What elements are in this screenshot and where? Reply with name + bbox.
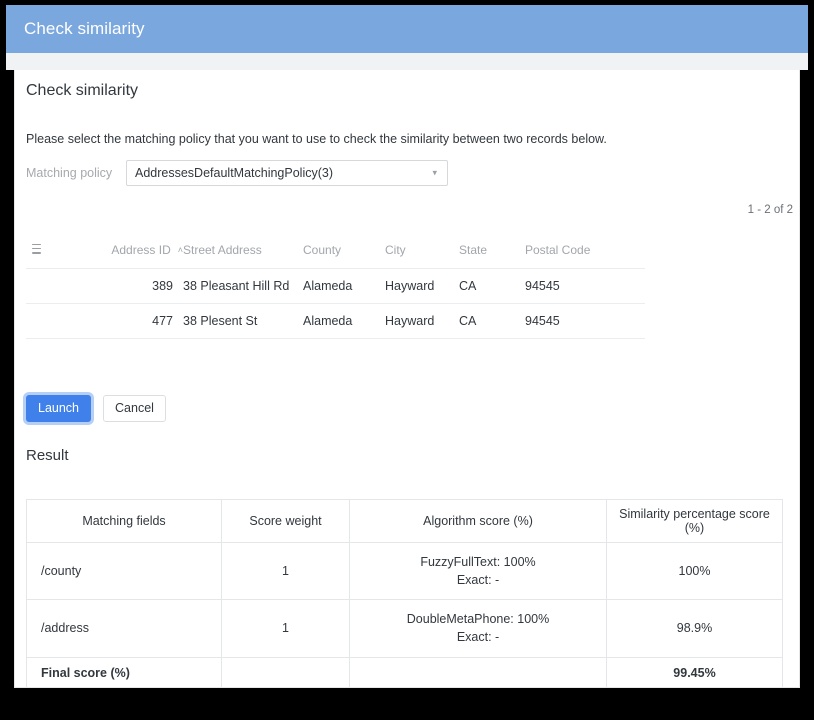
cell-address-id: 477 <box>78 304 183 339</box>
table-row[interactable]: 389 38 Pleasant Hill Rd Alameda Hayward … <box>26 269 645 304</box>
app-header: Check similarity <box>6 5 808 53</box>
hamburger-menu-icon[interactable] <box>26 241 41 256</box>
chevron-down-icon: ▾ <box>432 169 437 178</box>
records-table: Address ID˄ Street Address County City S… <box>26 235 645 339</box>
intro-description: Please select the matching policy that y… <box>26 132 607 146</box>
matching-policy-value: AddressesDefaultMatchingPolicy(3) <box>135 166 333 180</box>
action-button-row: Launch Cancel <box>26 395 166 422</box>
cell-street-address: 38 Pleasant Hill Rd <box>183 269 303 304</box>
result-column-algorithm-score: Algorithm score (%) <box>350 500 607 543</box>
cell-county: Alameda <box>303 269 385 304</box>
result-table: Matching fields Score weight Algorithm s… <box>26 499 783 688</box>
screenshot-viewport: Check similarity Check similarity Please… <box>0 0 814 720</box>
launch-button[interactable]: Launch <box>26 395 91 422</box>
table-row: /county 1 FuzzyFullText: 100% Exact: - 1… <box>27 543 783 600</box>
records-table-header-row: Address ID˄ Street Address County City S… <box>26 235 645 269</box>
final-score-algorithm <box>350 657 607 688</box>
column-header-street-address[interactable]: Street Address <box>183 235 303 269</box>
matching-policy-row: Matching policy AddressesDefaultMatching… <box>26 160 448 186</box>
table-row[interactable]: 477 38 Plesent St Alameda Hayward CA 945… <box>26 304 645 339</box>
main-content-card: Check similarity Please select the match… <box>14 70 800 688</box>
column-header-city[interactable]: City <box>385 235 459 269</box>
column-header-county[interactable]: County <box>303 235 385 269</box>
algorithm-score-line-2: Exact: - <box>354 571 602 589</box>
row-menu-cell <box>26 269 78 304</box>
cell-county: Alameda <box>303 304 385 339</box>
records-pagination: 1 - 2 of 2 <box>748 204 793 216</box>
cell-city: Hayward <box>385 304 459 339</box>
page-title: Check similarity <box>26 82 138 100</box>
cell-city: Hayward <box>385 269 459 304</box>
result-column-matching-fields: Matching fields <box>27 500 222 543</box>
cell-address-id: 389 <box>78 269 183 304</box>
cancel-button[interactable]: Cancel <box>103 395 166 422</box>
cell-postal-code: 94545 <box>525 269 645 304</box>
cell-postal-code: 94545 <box>525 304 645 339</box>
result-cell-similarity: 98.9% <box>607 600 783 657</box>
result-cell-weight: 1 <box>222 600 350 657</box>
cell-state: CA <box>459 269 525 304</box>
header-divider-strip <box>6 53 808 70</box>
result-table-header-row: Matching fields Score weight Algorithm s… <box>27 500 783 543</box>
table-row: /address 1 DoubleMetaPhone: 100% Exact: … <box>27 600 783 657</box>
result-cell-field: /address <box>27 600 222 657</box>
result-column-similarity-score: Similarity percentage score (%) <box>607 500 783 543</box>
algorithm-score-line-2: Exact: - <box>354 628 602 646</box>
result-cell-algorithm: FuzzyFullText: 100% Exact: - <box>350 543 607 600</box>
result-cell-field: /county <box>27 543 222 600</box>
final-score-weight <box>222 657 350 688</box>
final-score-label: Final score (%) <box>27 657 222 688</box>
matching-policy-select[interactable]: AddressesDefaultMatchingPolicy(3) ▾ <box>126 160 448 186</box>
result-section-title: Result <box>26 447 69 464</box>
algorithm-score-line-1: DoubleMetaPhone: 100% <box>354 610 602 628</box>
row-menu-cell <box>26 304 78 339</box>
column-header-postal-code[interactable]: Postal Code <box>525 235 645 269</box>
records-menu-cell <box>26 235 78 269</box>
result-cell-similarity: 100% <box>607 543 783 600</box>
final-score-row: Final score (%) 99.45% <box>27 657 783 688</box>
result-cell-weight: 1 <box>222 543 350 600</box>
final-score-value: 99.45% <box>607 657 783 688</box>
column-header-state[interactable]: State <box>459 235 525 269</box>
cell-state: CA <box>459 304 525 339</box>
result-column-score-weight: Score weight <box>222 500 350 543</box>
result-cell-algorithm: DoubleMetaPhone: 100% Exact: - <box>350 600 607 657</box>
app-header-title: Check similarity <box>24 19 145 39</box>
matching-policy-label: Matching policy <box>26 166 126 180</box>
column-header-address-id[interactable]: Address ID˄ <box>78 235 183 269</box>
cell-street-address: 38 Plesent St <box>183 304 303 339</box>
algorithm-score-line-1: FuzzyFullText: 100% <box>354 553 602 571</box>
